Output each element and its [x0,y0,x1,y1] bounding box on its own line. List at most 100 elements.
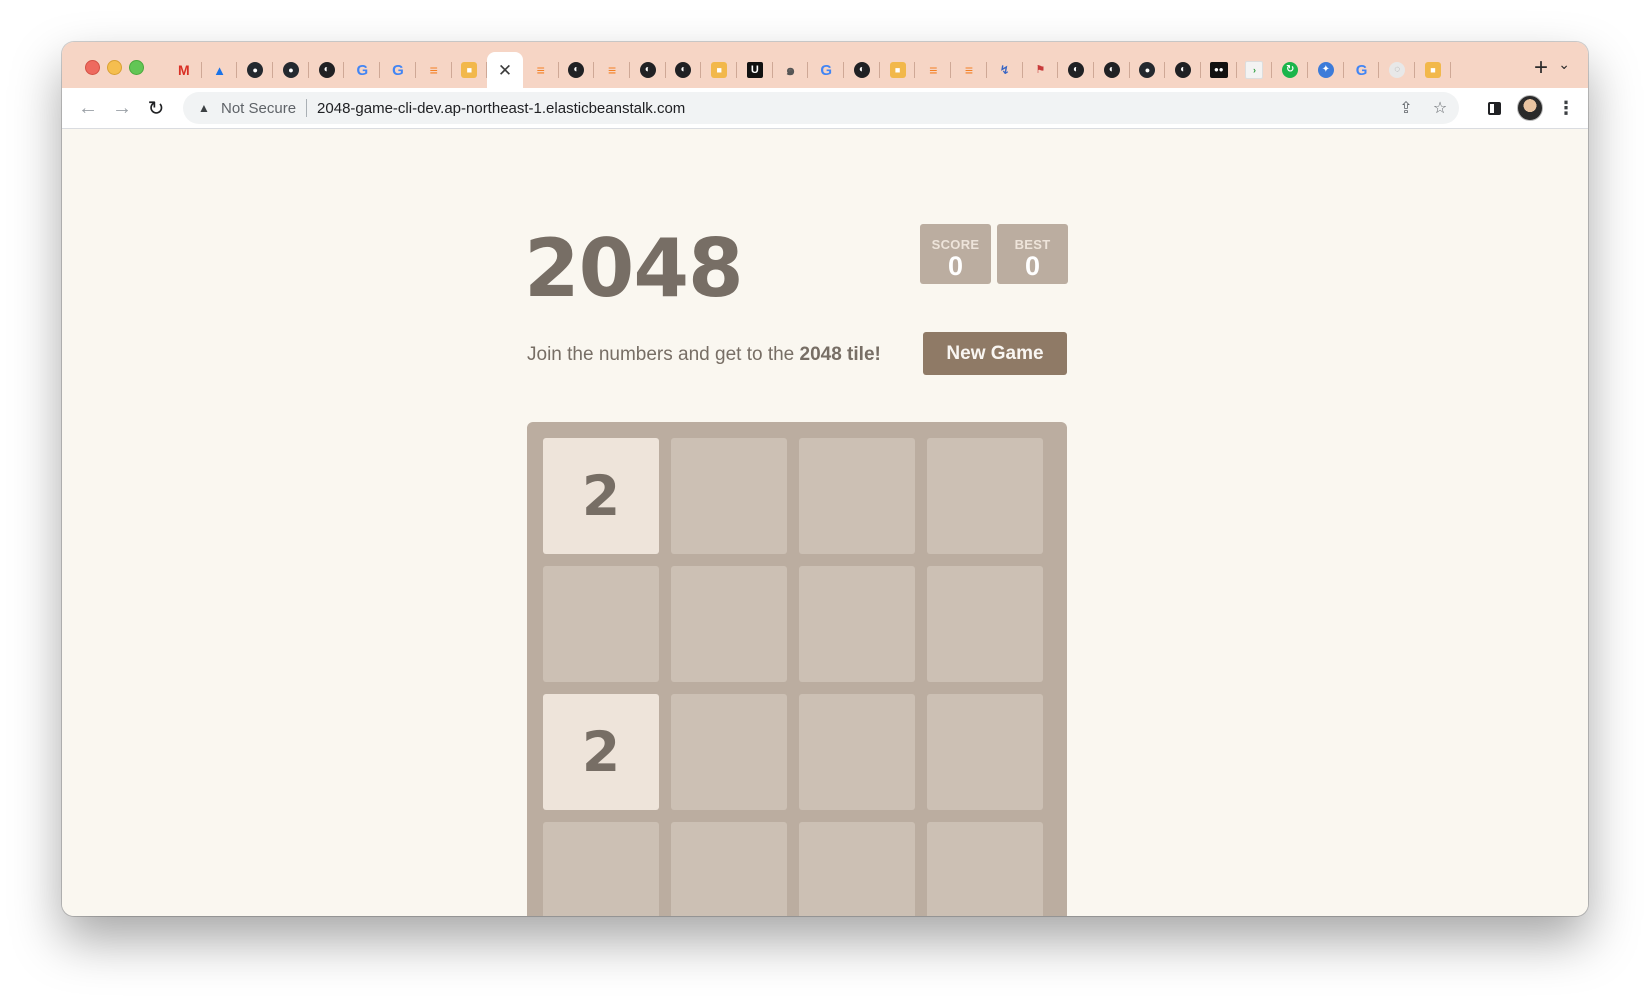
browser-tab[interactable]: ◐ [1058,52,1094,88]
close-icon[interactable]: ✕ [497,62,513,79]
tile: 2 [543,438,659,554]
profile-button[interactable] [1516,94,1544,122]
globe-icon: ◐ [1068,62,1085,78]
game-intro: Join the numbers and get to the 2048 til… [527,344,881,366]
browser-tab[interactable]: ■ [701,52,737,88]
github-icon: ● [247,62,264,78]
intro-text: Join the numbers and get to the [527,344,800,365]
best-value: 0 [1024,251,1041,281]
browser-menu-button[interactable]: ⋮ [1552,94,1580,122]
browser-tab[interactable]: ↯ [987,52,1023,88]
google-icon: G [392,61,404,79]
browser-tab[interactable]: ◐ [1165,52,1201,88]
stackoverflow-icon: ≡ [608,62,617,78]
browser-tab[interactable]: ✦ [1308,52,1344,88]
browser-tab[interactable]: ■ [1415,52,1451,88]
hand-icon: ↯ [999,63,1010,77]
globe-icon: ◐ [1175,62,1192,78]
avatar [1517,95,1543,121]
browser-tab[interactable]: ↻ [1272,52,1308,88]
browser-tab[interactable]: ≡ [594,52,630,88]
toolbar-right-actions: ⋮ [1480,94,1580,122]
score-label: SCORE [931,237,980,252]
spiral-icon: ๑ [785,61,796,79]
close-window-button[interactable] [85,60,100,75]
google-icon: G [820,61,833,79]
tab-list: M ▲ ● ● ◐ G G ≡ ■ ✕ ≡ ◐ ≡ ◐ ◐ ■ U ๑ G ◐ ■ ≡ ≡ ↯ ⚑ ◐ ◐ ● ◐ ●● › ↻ ✦ G ◌ ■ [166,52,1451,88]
game-board[interactable]: 22 [527,422,1067,916]
side-panel-icon [1487,101,1501,115]
grid-cell [543,566,659,682]
github-icon: ● [1139,62,1156,78]
browser-tab[interactable]: ■ [880,52,916,88]
score-box: SCORE 0 [920,224,991,284]
refresh-green-icon: ↻ [1282,62,1299,78]
best-label: BEST [1014,237,1051,252]
tab-search-chevron-icon[interactable]: ⌄ [1558,56,1570,73]
new-tab-button[interactable]: + [1527,54,1555,82]
browser-tab[interactable]: ๑ [773,52,809,88]
bookmark-star-icon[interactable]: ☆ [1429,97,1451,119]
browser-tab[interactable]: ◐ [630,52,666,88]
browser-tab[interactable]: ◐ [844,52,880,88]
google-icon: G [1355,61,1368,79]
browser-tab[interactable]: ⚑ [1023,52,1059,88]
browser-tab[interactable]: ●● [1201,52,1237,88]
box-icon: ■ [711,62,728,78]
share-icon[interactable]: ⇪ [1395,97,1417,119]
security-label[interactable]: Not Secure [221,100,296,117]
browser-tab[interactable]: U [737,52,773,88]
browser-tab[interactable]: ◌ [1379,52,1415,88]
browser-tab[interactable]: ◐ [309,52,345,88]
grid-cell [927,694,1043,810]
browser-tab[interactable]: ◐ [1094,52,1130,88]
browser-tab[interactable]: G [380,52,416,88]
terminal-icon: › [1245,61,1264,79]
browser-tab-active[interactable]: ✕ [487,52,523,88]
stackoverflow-icon: ≡ [429,62,438,78]
browser-tab[interactable]: G [344,52,380,88]
browser-tab[interactable]: ≡ [416,52,452,88]
browser-tab[interactable]: G [1344,52,1380,88]
browser-tab[interactable]: ≡ [523,52,559,88]
globe-icon: ◐ [675,62,692,78]
grid-cell [543,822,659,916]
tile: 2 [543,694,659,810]
globe-icon: ◐ [639,62,656,78]
browser-tab[interactable]: ● [1130,52,1166,88]
browser-tab[interactable]: ■ [452,52,488,88]
browser-tab[interactable]: ● [237,52,273,88]
browser-window: M ▲ ● ● ◐ G G ≡ ■ ✕ ≡ ◐ ≡ ◐ ◐ ■ U ๑ G ◐ ■ ≡ ≡ ↯ ⚑ ◐ ◐ ● ◐ ●● › ↻ ✦ G ◌ ■ + … [62,42,1588,916]
box-icon: ■ [1424,62,1441,78]
browser-tab[interactable]: ● [273,52,309,88]
grid-cell [799,438,915,554]
gmail-icon: M [178,62,190,78]
reload-button[interactable]: ↻ [142,94,170,122]
browser-tab[interactable]: M [166,52,202,88]
stackoverflow-icon: ≡ [536,62,545,78]
forward-button[interactable]: → [108,94,136,122]
best-score-box: BEST 0 [997,224,1068,284]
browser-tab[interactable]: ▲ [202,52,238,88]
browser-tab[interactable]: ◐ [559,52,595,88]
grid-cell [671,438,787,554]
grid-cell [927,566,1043,682]
browser-tab[interactable]: ≡ [951,52,987,88]
box-icon: ■ [889,62,906,78]
medium-icon: ●● [1209,62,1228,78]
side-panel-button[interactable] [1480,94,1508,122]
stackoverflow-icon: ≡ [964,62,974,78]
github-icon: ● [282,62,299,78]
browser-tab[interactable]: › [1237,52,1273,88]
browser-tab[interactable]: ≡ [915,52,951,88]
url-text[interactable]: 2048-game-cli-dev.ap-northeast-1.elastic… [317,100,685,117]
minimize-window-button[interactable] [107,60,122,75]
browser-tab[interactable]: G [808,52,844,88]
globe-icon: ◐ [568,62,585,78]
maximize-window-button[interactable] [129,60,144,75]
warning-icon[interactable]: ▲ [197,101,211,115]
back-button[interactable]: ← [74,94,102,122]
browser-tab[interactable]: ◐ [666,52,702,88]
address-bar[interactable]: ▲ Not Secure 2048-game-cli-dev.ap-northe… [183,92,1459,124]
new-game-button[interactable]: New Game [923,332,1067,375]
